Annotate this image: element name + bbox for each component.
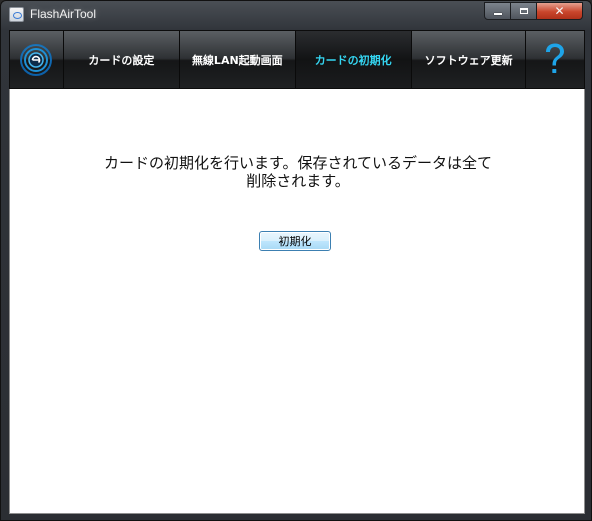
app-window: FlashAirTool ✕ カードの設定 無線LAN起動画面 カードの初期化 …: [0, 0, 592, 521]
minimize-icon: [493, 13, 502, 15]
help-button[interactable]: [526, 31, 584, 88]
tab-software-update[interactable]: ソフトウェア更新: [412, 31, 527, 88]
logo-button[interactable]: [10, 31, 64, 88]
initialize-button[interactable]: 初期化: [259, 231, 331, 251]
window-title: FlashAirTool: [30, 7, 97, 21]
tab-card-initialize-label: カードの初期化: [314, 53, 392, 67]
close-button[interactable]: ✕: [537, 2, 583, 20]
maximize-button[interactable]: [511, 2, 537, 20]
help-question-icon: [546, 43, 565, 73]
minimize-button[interactable]: [484, 2, 511, 20]
app-icon: [9, 7, 24, 22]
tab-card-settings[interactable]: カードの設定: [64, 31, 181, 88]
main-panel: カードの初期化を行います。保存されているデータは全て 削除されます。 初期化: [9, 89, 585, 514]
tab-card-settings-label: カードの設定: [88, 53, 155, 67]
init-message-line2: 削除されます。: [246, 172, 350, 190]
tab-wireless-lan-start-label: 無線LAN起動画面: [191, 53, 283, 67]
init-message-line1: カードの初期化を行います。保存されているデータは全て: [103, 154, 493, 172]
flashair-logo-icon: [20, 43, 53, 76]
maximize-icon: [519, 8, 528, 14]
close-icon: ✕: [554, 4, 565, 18]
init-message: カードの初期化を行います。保存されているデータは全て 削除されます。: [10, 154, 586, 190]
title-bar[interactable]: FlashAirTool ✕: [1, 1, 591, 29]
tab-wireless-lan-start[interactable]: 無線LAN起動画面: [180, 31, 296, 88]
tab-software-update-label: ソフトウェア更新: [424, 53, 513, 67]
tab-card-initialize[interactable]: カードの初期化: [295, 31, 412, 88]
nav-toolbar: カードの設定 無線LAN起動画面 カードの初期化 ソフトウェア更新: [9, 30, 585, 89]
